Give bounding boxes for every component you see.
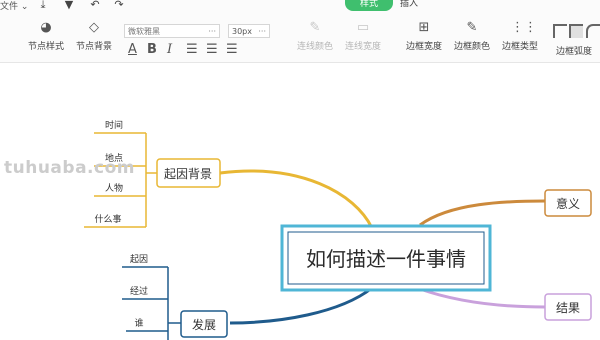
font-color-icon[interactable]: A <box>128 42 137 58</box>
corner-round-icon[interactable] <box>586 24 600 38</box>
node-development-label: 发展 <box>192 317 216 332</box>
align-right-icon[interactable]: ☰ <box>226 42 238 58</box>
file-menu-label: 文件 <box>0 2 19 12</box>
redo-icon[interactable]: ↷ <box>112 0 126 12</box>
node-background-button[interactable]: ◇ 节点背景 <box>76 20 112 52</box>
toolbar: 文件 ⌄ ⤓ ▼ ↶ ↷ 样式 插入 ◕ 节点样式 ◇ 节点背景 微软雅黑 ··… <box>0 0 600 63</box>
connector-meaning <box>419 199 546 227</box>
more-icon: ··· <box>258 27 266 36</box>
mindmap-canvas[interactable]: 如何描述一件事情 起因背景 意义 结果 发展 时间 地点 人物 什么事 起因 经… <box>0 63 600 340</box>
font-size-value: 30px <box>232 27 252 36</box>
border-radius-label-wrap: 边框弧度 <box>556 44 592 57</box>
node-background-label: 起因背景 <box>164 167 212 181</box>
font-family-select[interactable]: 微软雅黑 ··· <box>124 24 220 38</box>
node-background-label: 节点背景 <box>76 42 113 52</box>
bold-icon[interactable]: B <box>147 42 157 58</box>
node-result-label: 结果 <box>556 301 580 315</box>
border-type-label: 边框类型 <box>502 42 539 52</box>
border-width-label: 边框宽度 <box>406 42 443 52</box>
line-width-icon: ▭ <box>356 20 370 35</box>
root-node-label: 如何描述一件事情 <box>306 247 466 271</box>
border-type-button[interactable]: ⋮⋮ 边框类型 <box>502 20 538 52</box>
child-lines-background <box>84 132 146 228</box>
font-family-value: 微软雅黑 <box>128 27 160 36</box>
node-style-button[interactable]: ◕ 节点样式 <box>28 20 64 52</box>
border-color-button[interactable]: ✎ 边框颜色 <box>454 20 490 52</box>
watermark: tuhuaba.com <box>4 158 135 178</box>
mindmap-svg: 如何描述一件事情 起因背景 意义 结果 发展 时间 地点 人物 什么事 起因 经… <box>84 119 592 340</box>
child-lines-development <box>122 266 168 332</box>
download-icon[interactable]: ⤓ <box>36 0 50 12</box>
line-width-button[interactable]: ▭ 连线宽度 <box>345 20 381 52</box>
border-type-icon: ⋮⋮ <box>511 20 537 35</box>
file-menu[interactable]: 文件 ⌄ <box>0 0 28 12</box>
node-style-icon: ◕ <box>40 20 52 35</box>
connector-result <box>419 287 546 309</box>
tab-style[interactable]: 样式 <box>345 0 393 11</box>
border-width-icon: ⊞ <box>418 20 430 35</box>
border-color-icon: ✎ <box>466 20 478 35</box>
child-node-label[interactable]: 起因 <box>130 254 148 265</box>
connector-development <box>229 286 373 325</box>
border-width-button[interactable]: ⊞ 边框宽度 <box>406 20 442 52</box>
line-color-icon: ✎ <box>309 20 321 35</box>
corner-square-icon[interactable] <box>553 24 567 38</box>
format-painter-icon[interactable]: ▼ <box>62 0 76 12</box>
top-menu-bar: 文件 ⌄ ⤓ ▼ ↶ ↷ 样式 插入 <box>0 0 600 14</box>
line-color-button[interactable]: ✎ 连线颜色 <box>297 20 333 52</box>
child-node-label[interactable]: 经过 <box>130 285 148 297</box>
align-center-icon[interactable]: ☰ <box>206 42 218 58</box>
align-left-icon[interactable]: ☰ <box>186 42 198 58</box>
italic-icon[interactable]: I <box>167 42 172 58</box>
node-style-label: 节点样式 <box>28 42 65 52</box>
child-node-label[interactable]: 时间 <box>105 119 123 131</box>
border-color-label: 边框颜色 <box>454 42 491 52</box>
font-size-select[interactable]: 30px ··· <box>228 24 270 38</box>
node-meaning-label: 意义 <box>556 196 580 211</box>
connector-background <box>219 169 374 229</box>
corner-small-radius-icon[interactable] <box>569 24 583 38</box>
undo-icon[interactable]: ↶ <box>88 0 102 12</box>
child-node-label[interactable]: 谁 <box>134 318 143 329</box>
tab-insert[interactable]: 插入 <box>400 0 418 11</box>
line-width-label: 连线宽度 <box>345 42 382 52</box>
child-node-label[interactable]: 什么事 <box>94 213 121 225</box>
more-icon: ··· <box>208 27 216 36</box>
paint-bucket-icon: ◇ <box>89 20 99 35</box>
child-node-label[interactable]: 人物 <box>105 182 123 194</box>
line-color-label: 连线颜色 <box>297 42 334 52</box>
border-radius-label: 边框弧度 <box>556 47 593 57</box>
